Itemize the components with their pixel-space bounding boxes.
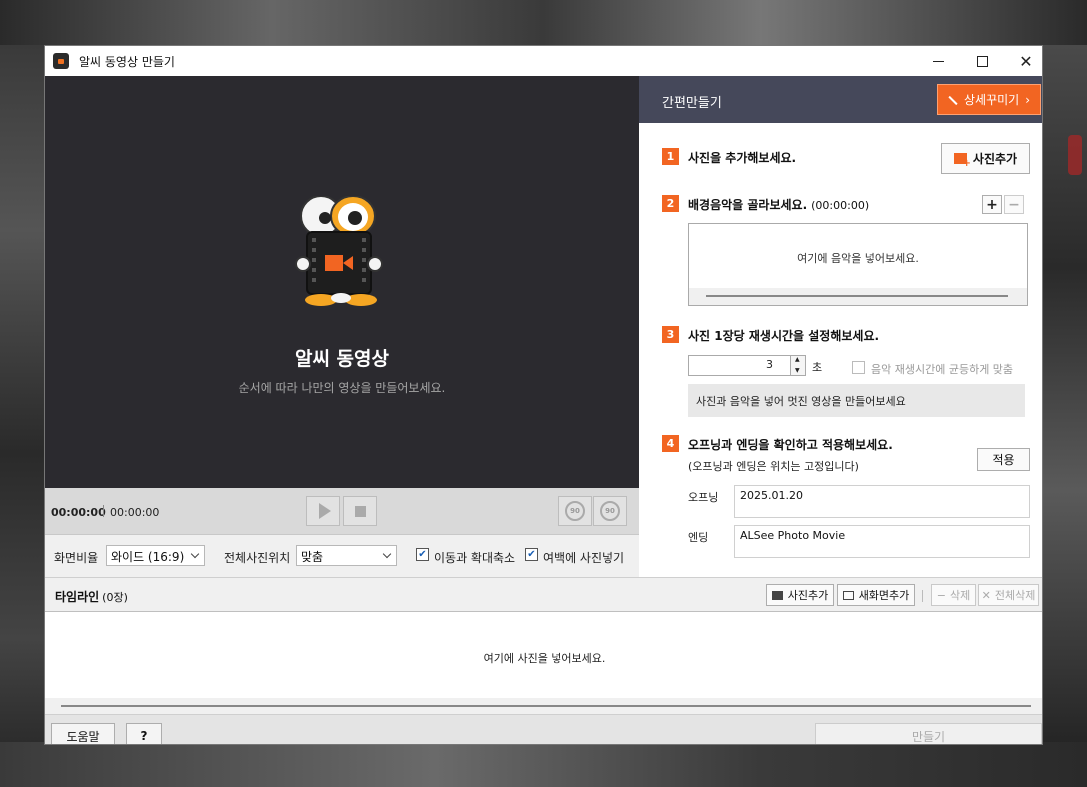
footer-bar: 도움말 ? 만들기 bbox=[45, 714, 1042, 744]
music-drop-area[interactable]: 여기에 음악을 넣어보세요. bbox=[688, 223, 1028, 306]
delete-all-label: 전체삭제 bbox=[994, 589, 1036, 602]
desktop-background bbox=[0, 0, 1087, 45]
step-3-title: 사진 1장당 재생시간을 설정해보세요. bbox=[688, 329, 880, 343]
timeline-drop-hint: 여기에 사진을 넣어보세요. bbox=[483, 652, 606, 665]
music-scrollbar[interactable] bbox=[689, 288, 1027, 305]
add-blank-screen-button[interactable]: 새화면추가 bbox=[837, 584, 915, 606]
add-photo-label: 사진추가 bbox=[972, 152, 1018, 166]
panel-title: 간편만들기 bbox=[662, 96, 722, 111]
make-video-button[interactable]: 만들기 bbox=[815, 723, 1042, 744]
minus-icon: − bbox=[936, 588, 946, 602]
step-2-title-text: 배경음악을 골라보세요. bbox=[688, 198, 808, 212]
aspect-ratio-select[interactable]: 와이드 (16:9) bbox=[106, 545, 205, 566]
question-button[interactable]: ? bbox=[126, 723, 162, 744]
title-bar: 알씨 동영상 만들기 ✕ bbox=[45, 46, 1042, 76]
fill-margin-label: 여백에 사진넣기 bbox=[543, 551, 625, 565]
panel-header: 간편만들기 상세꾸미기 › bbox=[639, 76, 1042, 123]
step-1-number: 1 bbox=[662, 148, 679, 165]
step-4-title: 오프닝과 엔딩을 확인하고 적용해보세요. bbox=[688, 438, 893, 452]
step-3-number: 3 bbox=[662, 326, 679, 343]
timeline-title-text: 타임라인 bbox=[55, 590, 100, 604]
delete-all-button[interactable]: ✕ 전체삭제 bbox=[978, 584, 1039, 606]
magic-wand-icon bbox=[948, 95, 958, 105]
ending-field[interactable]: ALSee Photo Movie bbox=[734, 525, 1030, 558]
detail-edit-label: 상세꾸미기 bbox=[963, 93, 1020, 107]
rotate-left-icon: 90 bbox=[565, 501, 585, 521]
step-2-title: 배경음악을 골라보세요. (00:00:00) bbox=[688, 196, 869, 213]
play-button[interactable] bbox=[306, 496, 340, 526]
detail-edit-button[interactable]: 상세꾸미기 › bbox=[937, 84, 1041, 115]
options-row: 화면비율 와이드 (16:9) 전체사진위치 맞춤 ✔ 이동과 확대축소 ✔ 여… bbox=[45, 535, 639, 577]
fill-margin-checkbox[interactable]: ✔ bbox=[525, 548, 538, 561]
close-icon: ✕ bbox=[1019, 51, 1033, 71]
stop-button[interactable] bbox=[343, 496, 377, 526]
preview-title: 알씨 동영상 bbox=[294, 348, 389, 370]
desktop-background bbox=[1068, 135, 1082, 175]
add-blank-screen-label: 새화면추가 bbox=[858, 589, 910, 602]
step-4-number: 4 bbox=[662, 435, 679, 452]
rotate-right-button[interactable]: 90 bbox=[593, 496, 627, 526]
toolbar-divider bbox=[922, 590, 923, 602]
minimize-icon bbox=[932, 60, 944, 62]
step-1-title: 사진을 추가해보세요. bbox=[688, 151, 797, 165]
close-button[interactable]: ✕ bbox=[1003, 46, 1042, 76]
timeline-title: 타임라인 (0장) bbox=[55, 588, 128, 605]
delete-button[interactable]: − 삭제 bbox=[931, 584, 976, 606]
help-button[interactable]: 도움말 bbox=[51, 723, 115, 744]
delete-all-icon: ✕ bbox=[981, 588, 991, 602]
apply-button[interactable]: 적용 bbox=[977, 448, 1030, 471]
preview-subtitle: 순서에 따라 나만의 영상을 만들어보세요. bbox=[238, 381, 446, 395]
motion-zoom-checkbox[interactable]: ✔ bbox=[416, 548, 429, 561]
maximize-icon bbox=[976, 55, 988, 67]
step-2-number: 2 bbox=[662, 195, 679, 212]
blank-screen-add-icon bbox=[842, 590, 854, 600]
timeline-count: (0장) bbox=[102, 591, 128, 604]
desktop-background bbox=[0, 742, 1087, 787]
opening-field[interactable]: 2025.01.20 bbox=[734, 485, 1030, 518]
remove-music-button[interactable]: − bbox=[1004, 195, 1024, 214]
maximize-button[interactable] bbox=[959, 46, 1005, 76]
music-duration: (00:00:00) bbox=[811, 199, 870, 212]
time-divider bbox=[103, 505, 104, 517]
stop-icon bbox=[354, 505, 366, 517]
photo-duration-input[interactable]: 3 bbox=[688, 355, 792, 376]
opening-label: 오프닝 bbox=[688, 491, 719, 504]
duration-stepper[interactable] bbox=[790, 355, 806, 376]
step-4-subtitle: (오프닝과 엔딩은 위치는 고정입니다) bbox=[688, 460, 859, 473]
music-drop-hint: 여기에 음악을 넣어보세요. bbox=[797, 252, 919, 265]
current-time: 00:00:00 bbox=[51, 506, 106, 519]
timeline-header: 타임라인 (0장) 사진추가 새화면추가 − 삭제 ✕ 전체삭제 bbox=[45, 577, 1042, 612]
even-duration-label: 음악 재생시간에 균등하게 맞춤 bbox=[871, 363, 1014, 376]
total-time: 00:00:00 bbox=[110, 506, 160, 519]
photo-add-icon bbox=[953, 153, 971, 169]
add-photo-button[interactable]: 사진추가 bbox=[941, 143, 1030, 174]
photo-add-icon bbox=[771, 590, 783, 600]
info-message: 사진과 음악을 넣어 멋진 영상을 만들어보세요 bbox=[688, 384, 1025, 417]
play-icon bbox=[318, 503, 331, 519]
simple-make-panel: 1 사진을 추가해보세요. 사진추가 2 배경음악을 골라보세요.(00:00:… bbox=[639, 123, 1042, 577]
duration-unit: 초 bbox=[812, 361, 823, 374]
timeline-scrollbar[interactable] bbox=[45, 698, 1042, 714]
motion-zoom-label: 이동과 확대축소 bbox=[434, 551, 516, 565]
ending-label: 엔딩 bbox=[688, 531, 709, 544]
app-window: 알씨 동영상 만들기 ✕ 알씨 동영상 순서에 따라 나만의 영상을 만들어보세… bbox=[44, 45, 1043, 745]
playback-bar: 00:00:00 00:00:00 90 90 bbox=[45, 488, 639, 535]
delete-label: 삭제 bbox=[949, 589, 971, 602]
minimize-button[interactable] bbox=[915, 46, 961, 76]
window-title: 알씨 동영상 만들기 bbox=[79, 54, 175, 69]
photo-position-select[interactable]: 맞춤 bbox=[296, 545, 397, 566]
timeline-add-photo-label: 사진추가 bbox=[787, 589, 829, 602]
rotate-right-icon: 90 bbox=[600, 501, 620, 521]
desktop-background bbox=[0, 45, 44, 787]
rotate-left-button[interactable]: 90 bbox=[558, 496, 592, 526]
timeline-add-photo-button[interactable]: 사진추가 bbox=[766, 584, 834, 606]
aspect-ratio-label: 화면비율 bbox=[54, 551, 99, 565]
add-music-button[interactable]: + bbox=[982, 195, 1002, 214]
preview-area: 알씨 동영상 순서에 따라 나만의 영상을 만들어보세요. bbox=[45, 76, 639, 488]
alsee-mascot-icon bbox=[295, 196, 383, 306]
photo-position-label: 전체사진위치 bbox=[224, 551, 291, 565]
even-duration-checkbox[interactable] bbox=[852, 361, 865, 374]
app-icon bbox=[53, 53, 69, 69]
chevron-right-icon: › bbox=[1025, 92, 1030, 107]
